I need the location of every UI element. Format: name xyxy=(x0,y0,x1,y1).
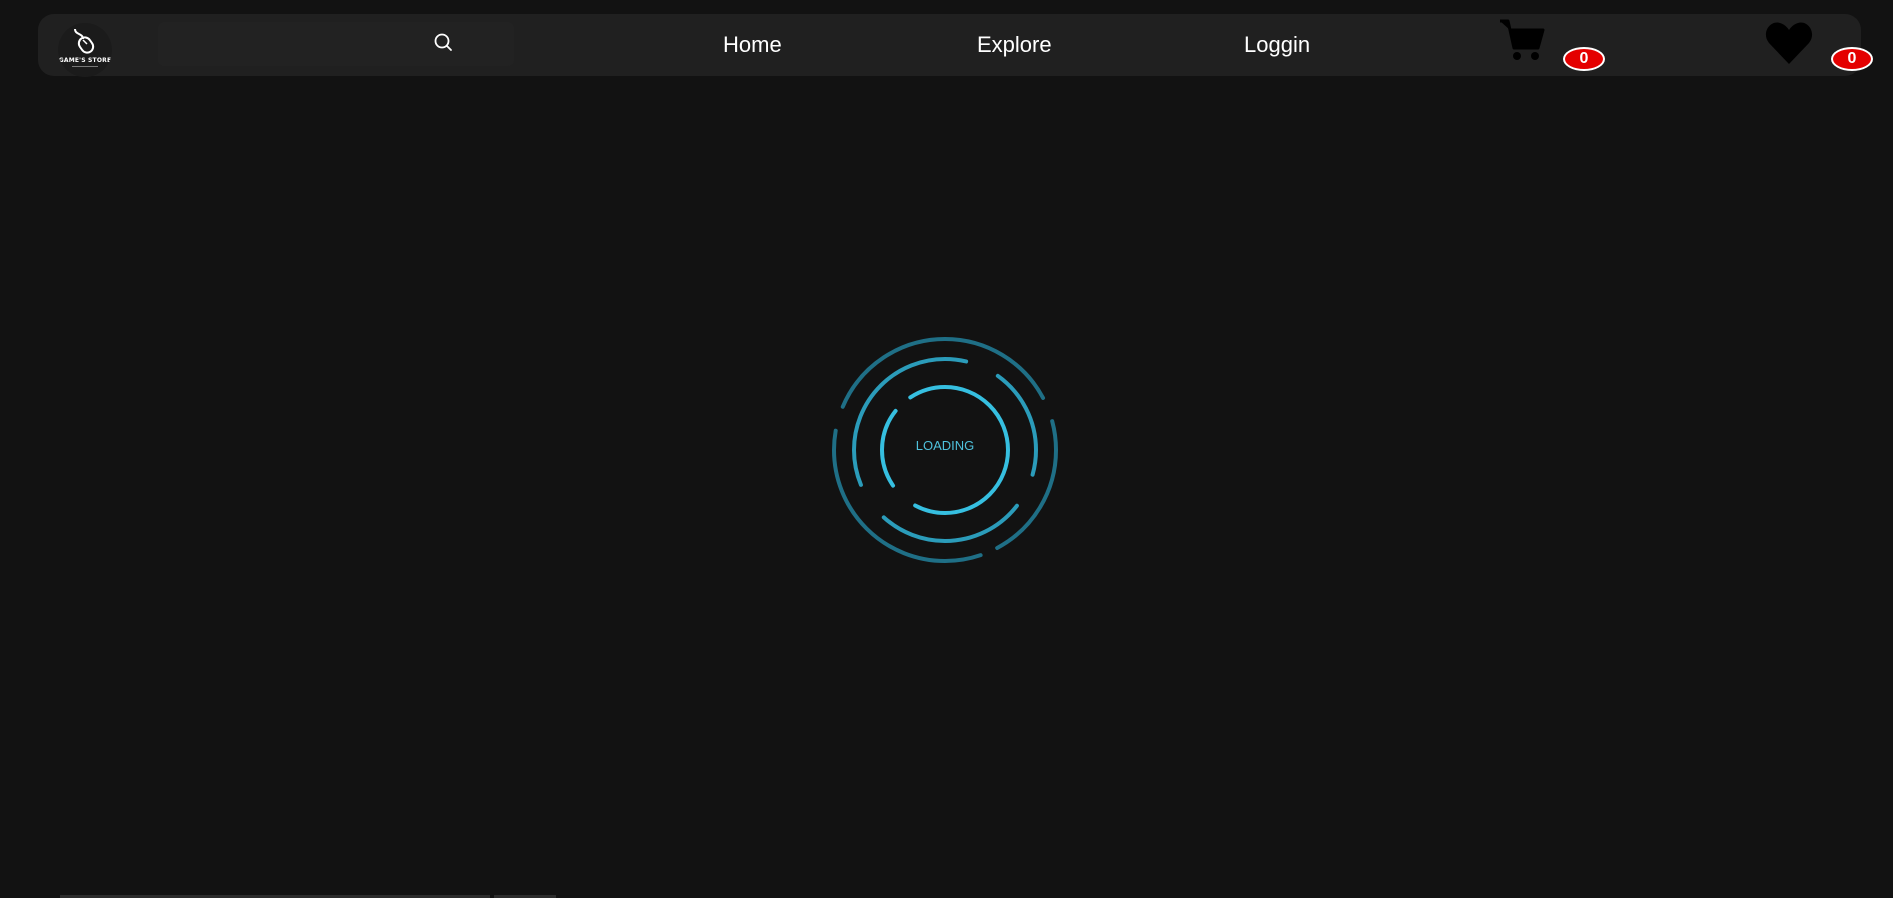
navbar: GAME'S STORE Home Explore Loggin 0 0 xyxy=(38,14,1873,77)
nav-link-home[interactable]: Home xyxy=(723,32,782,58)
cart-icon[interactable] xyxy=(1498,18,1548,64)
logo-underline xyxy=(58,66,112,68)
nav-link-explore[interactable]: Explore xyxy=(977,32,1052,58)
wishlist-count-badge: 0 xyxy=(1831,47,1873,71)
search-icon[interactable] xyxy=(433,32,455,54)
mouse-logo-icon xyxy=(74,28,95,54)
store-logo[interactable]: GAME'S STORE xyxy=(58,23,112,77)
heart-icon[interactable] xyxy=(1764,20,1814,66)
cart-count-badge: 0 xyxy=(1563,47,1605,71)
search-input[interactable] xyxy=(158,22,514,66)
logo-text: GAME'S STORE xyxy=(58,57,112,64)
loading-label: LOADING xyxy=(915,438,975,453)
nav-link-login[interactable]: Loggin xyxy=(1244,32,1310,58)
